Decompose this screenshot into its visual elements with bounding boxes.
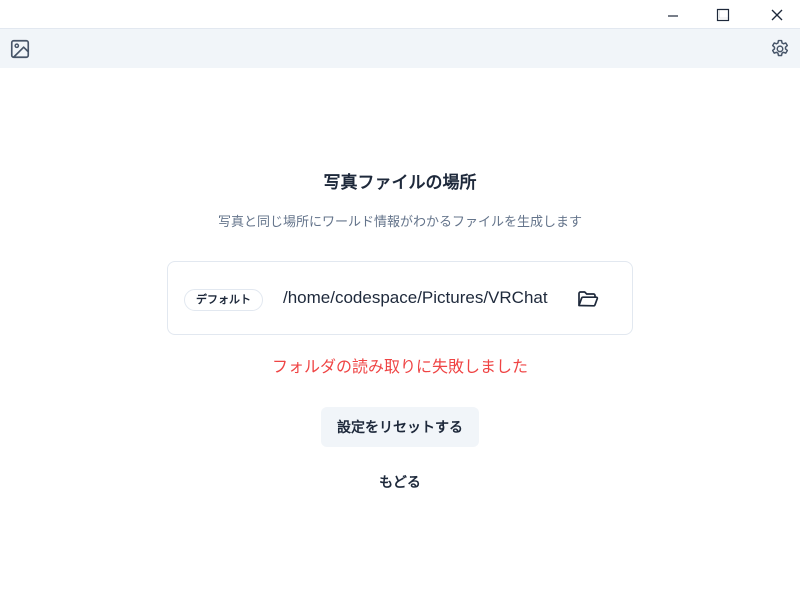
minimize-icon (668, 14, 678, 17)
photo-folder-card: デフォルト /home/codespace/Pictures/VRChat (167, 261, 633, 335)
image-icon (10, 39, 30, 59)
close-button[interactable] (754, 0, 800, 29)
gallery-button[interactable] (8, 37, 32, 61)
main-content: 写真ファイルの場所 写真と同じ場所にワールド情報がわかるファイルを生成します デ… (0, 68, 800, 600)
default-badge: デフォルト (184, 289, 263, 311)
page-title: 写真ファイルの場所 (323, 173, 477, 193)
maximize-icon (716, 8, 730, 21)
page-subtitle: 写真と同じ場所にワールド情報がわかるファイルを生成します (217, 215, 582, 230)
back-link[interactable]: もどる (360, 472, 440, 494)
error-message: フォルダの読み取りに失敗しました (271, 357, 528, 376)
settings-button[interactable] (768, 37, 792, 61)
folder-open-icon (578, 291, 599, 307)
reset-settings-button[interactable]: 設定をリセットする (321, 407, 479, 447)
minimize-button[interactable] (650, 0, 696, 29)
browse-folder-button[interactable] (573, 285, 603, 313)
maximize-button[interactable] (700, 0, 746, 29)
app-toolbar (0, 29, 800, 68)
folder-path-text: /home/codespace/Pictures/VRChat (283, 288, 548, 307)
gear-icon (771, 39, 789, 57)
close-icon (771, 9, 783, 20)
window-titlebar (0, 0, 800, 29)
